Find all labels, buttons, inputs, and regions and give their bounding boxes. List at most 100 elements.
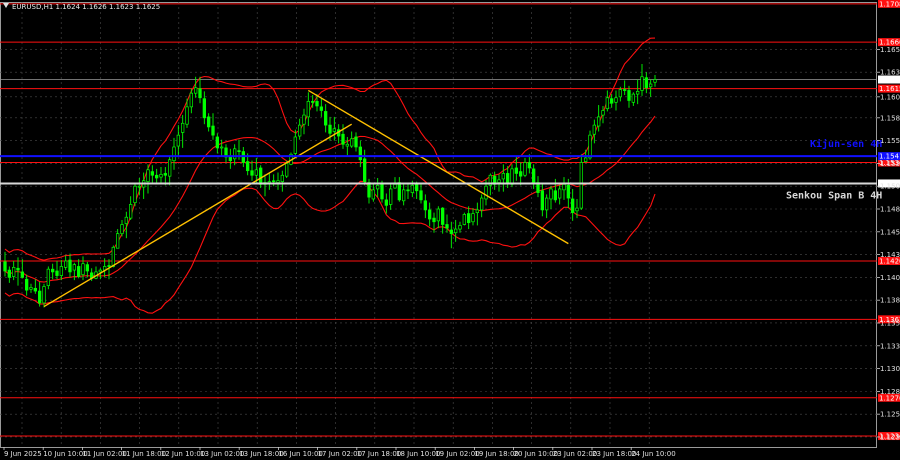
candle-body <box>397 182 401 201</box>
candle-body <box>254 169 258 176</box>
candle-body <box>636 91 640 95</box>
candle-body <box>168 159 172 177</box>
candle-body <box>64 260 68 268</box>
candle-body <box>649 83 653 88</box>
candle-body <box>510 168 514 185</box>
candle-body <box>120 224 124 234</box>
candle-body <box>124 216 128 224</box>
candle-body <box>285 163 289 177</box>
candle-body <box>129 204 133 219</box>
candle-body <box>592 124 596 135</box>
x-tick-label: 24 Jun 10:00 <box>631 450 675 458</box>
candle-body <box>480 197 484 211</box>
x-tick-label: 19 Jun 18:00 <box>474 450 518 458</box>
y-tick-label: 1.1658 <box>880 46 900 54</box>
candle-body <box>423 200 427 211</box>
candle-body <box>471 213 475 223</box>
candle-body <box>341 133 345 145</box>
senkou-label: Senkou Span B 4H <box>786 190 882 201</box>
y-tick-label: 1.1308 <box>880 365 900 373</box>
candle-body <box>12 267 16 277</box>
candle-body <box>432 217 436 223</box>
candle-body <box>601 110 605 116</box>
x-tick-label: 11 Jun 02:00 <box>82 450 126 458</box>
candle-body <box>553 190 557 201</box>
candle-body <box>68 259 72 273</box>
candle-body <box>653 79 657 83</box>
candle-body <box>276 180 280 183</box>
candle-body <box>458 225 462 230</box>
candle-body <box>246 161 250 172</box>
price-chart[interactable]: 1.17081.16661.16151.15341.14261.13621.12… <box>0 0 900 460</box>
candle-body <box>85 264 89 272</box>
candle-body <box>345 143 349 147</box>
y-tick-label: 1.1583 <box>880 114 900 122</box>
candle-body <box>605 97 609 110</box>
candle-body <box>176 134 180 147</box>
candle-body <box>46 268 50 286</box>
x-tick-label: 19 Jun 02:00 <box>435 450 479 458</box>
candle-body <box>484 185 488 200</box>
y-tick-label: 1.1458 <box>880 228 900 236</box>
y-tick-label: 1.1333 <box>880 342 900 350</box>
candle-body <box>72 264 76 271</box>
candle-body <box>410 184 414 193</box>
candle-body <box>475 209 479 213</box>
candle-body <box>250 170 254 176</box>
y-tick-label: 1.1558 <box>880 137 900 145</box>
x-tick-label: 11 Jun 18:00 <box>122 450 166 458</box>
y-tick-label: 1.1433 <box>880 251 900 259</box>
candle-body <box>293 136 297 154</box>
candle-body <box>566 184 570 199</box>
candle-body <box>545 197 549 211</box>
candle-body <box>454 228 458 234</box>
x-tick-label: 18 Jun 10:00 <box>396 450 440 458</box>
candle-body <box>272 180 276 183</box>
candle-body <box>55 270 59 276</box>
candle-body <box>237 150 241 152</box>
candle-body <box>7 269 11 278</box>
candle-body <box>610 98 614 104</box>
candle-body <box>298 124 302 137</box>
candle-body <box>259 167 263 185</box>
candle-body <box>16 267 20 271</box>
candle-body <box>215 136 219 149</box>
candle-body <box>389 188 393 205</box>
y-tick-label: 1.1633 <box>880 69 900 77</box>
candle-body <box>350 138 354 147</box>
candle-body <box>172 146 176 162</box>
x-tick-label: 20 Jun 10:00 <box>514 450 558 458</box>
candle-body <box>358 146 362 161</box>
x-tick-label: 16 Jun 10:00 <box>278 450 322 458</box>
candle-body <box>146 169 150 182</box>
candle-body <box>618 89 622 98</box>
candle-body <box>519 171 523 177</box>
candle-body <box>363 158 367 182</box>
candle-body <box>579 162 583 209</box>
candle-body <box>571 198 575 213</box>
candle-body <box>220 146 224 149</box>
y-tick-label: 1.1408 <box>880 274 900 282</box>
candle-body <box>3 261 7 272</box>
candle-body <box>371 189 375 200</box>
candle-body <box>77 266 81 277</box>
candle-body <box>367 182 371 198</box>
candle-body <box>631 93 635 103</box>
candle-body <box>380 184 384 200</box>
candle-body <box>588 134 592 159</box>
candle-body <box>42 286 46 304</box>
candle-body <box>198 88 202 99</box>
candle-body <box>497 179 501 183</box>
x-tick-label: 23 Jun 02:00 <box>553 450 597 458</box>
candle-body <box>207 116 211 128</box>
candle-body <box>185 106 189 125</box>
candle-body <box>137 185 141 188</box>
candle-body <box>302 114 306 125</box>
candle-body <box>467 213 471 224</box>
candle-body <box>194 87 198 94</box>
candle-body <box>29 287 33 290</box>
candle-body <box>202 98 206 119</box>
chart-title: EURUSD,H1 1.1624 1.1626 1.1623 1.1625 <box>12 3 160 11</box>
candle-body <box>623 89 627 91</box>
candle-body <box>306 101 310 118</box>
